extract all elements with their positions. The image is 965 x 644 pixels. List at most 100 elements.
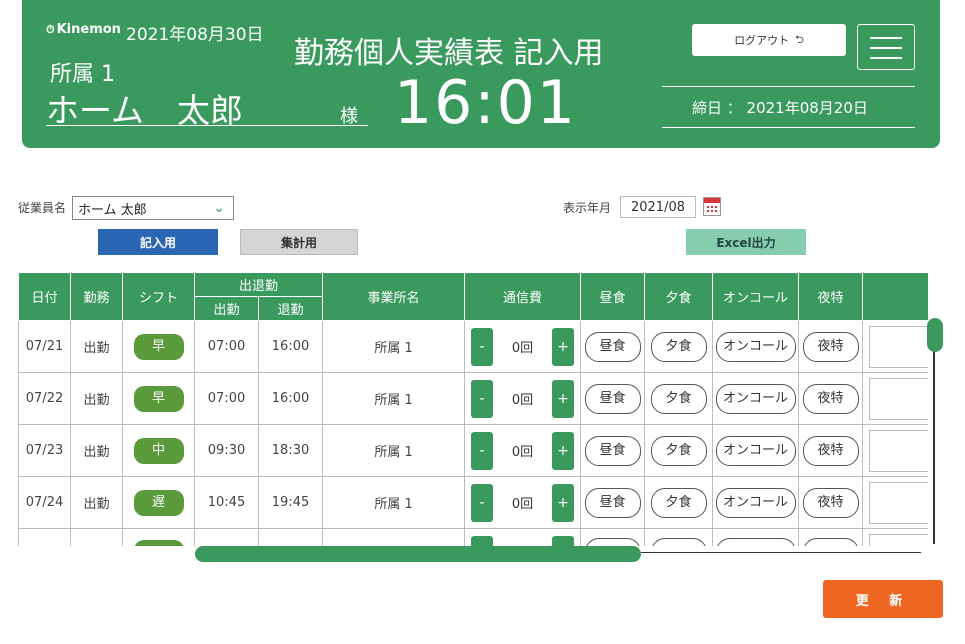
logo-text: Kinemon bbox=[56, 22, 121, 37]
fee-stepper: - 0回 + bbox=[465, 379, 580, 418]
decrement-button[interactable]: - bbox=[471, 327, 494, 366]
cell-office: 所属 1 bbox=[322, 424, 466, 477]
dinner-toggle[interactable] bbox=[650, 537, 707, 546]
fee-stepper: - 0回 + bbox=[465, 327, 580, 366]
memo-input[interactable] bbox=[869, 325, 928, 368]
cell-shift bbox=[122, 528, 195, 546]
user-name: ホーム 太郎 bbox=[46, 84, 368, 130]
shift-badge[interactable]: 早 bbox=[133, 333, 184, 360]
shift-badge[interactable]: 中 bbox=[133, 437, 184, 464]
shift-badge[interactable] bbox=[133, 539, 184, 546]
vertical-scrollbar[interactable] bbox=[927, 318, 943, 352]
cell-date: 07/21 bbox=[18, 320, 71, 373]
memo-input[interactable] bbox=[869, 533, 928, 546]
memo-input[interactable] bbox=[869, 429, 928, 472]
dinner-toggle[interactable]: 夕食 bbox=[650, 435, 707, 466]
employee-select[interactable]: ホーム 太郎 ⌄ bbox=[72, 196, 234, 220]
fee-stepper: - 0回 + bbox=[465, 483, 580, 522]
decrement-button[interactable]: - bbox=[471, 483, 494, 522]
night-toggle[interactable]: 夜特 bbox=[802, 487, 859, 518]
cell-memo bbox=[862, 320, 928, 373]
cell-out: 19:45 bbox=[257, 476, 324, 529]
night-toggle[interactable]: 夜特 bbox=[802, 383, 859, 414]
horizontal-scrollbar[interactable] bbox=[195, 546, 641, 562]
memo-input[interactable] bbox=[869, 481, 928, 524]
logout-button[interactable]: ログアウト ⮌ bbox=[692, 24, 846, 56]
shift-badge[interactable]: 早 bbox=[133, 385, 184, 412]
app-header: ⏱ Kinemon 2021年08月30日 所属 1 ホーム 太郎 様 勤務個人実… bbox=[22, 0, 940, 148]
cell-night: 夜特 bbox=[798, 372, 864, 425]
decrement-button[interactable]: - bbox=[471, 379, 494, 418]
cell-lunch: 昼食 bbox=[580, 424, 646, 477]
cell-fee: - 0回 + bbox=[464, 320, 582, 373]
cell-office bbox=[322, 528, 466, 546]
closing-date: 締日 ： 2021年08月20日 bbox=[662, 86, 915, 128]
col-shift: シフト bbox=[122, 272, 195, 321]
cell-dinner: 夕食 bbox=[644, 372, 714, 425]
update-button[interactable]: 更 新 bbox=[823, 580, 943, 618]
hamburger-menu-button[interactable] bbox=[857, 24, 915, 70]
current-date: 2021年08月30日 bbox=[126, 25, 264, 45]
cell-shift: 中 bbox=[122, 424, 195, 477]
cell-work: 出勤 bbox=[70, 372, 123, 425]
table-row: 07/21 出勤早 07:00 16:00 所属 1- 0回 + 昼食 夕食 オンコール 夜特 bbox=[18, 320, 928, 373]
cell-shift: 遅 bbox=[122, 476, 195, 529]
increment-button[interactable]: + bbox=[552, 431, 575, 470]
oncall-toggle[interactable]: オンコール bbox=[715, 383, 796, 414]
increment-button[interactable]: + bbox=[552, 327, 575, 366]
oncall-toggle[interactable]: オンコール bbox=[715, 331, 796, 362]
dinner-toggle[interactable]: 夕食 bbox=[650, 331, 707, 362]
col-inout: 出退勤 bbox=[193, 272, 324, 297]
calendar-dot bbox=[707, 210, 709, 212]
decrement-button[interactable]: - bbox=[471, 431, 494, 470]
increment-button[interactable]: + bbox=[552, 379, 575, 418]
increment-button[interactable]: + bbox=[552, 535, 575, 546]
cell-night: 夜特 bbox=[798, 320, 864, 373]
fee-stepper: -+ bbox=[465, 535, 580, 546]
fee-count: 0回 bbox=[511, 393, 534, 408]
cell-lunch: 昼食 bbox=[580, 320, 646, 373]
month-input[interactable]: 2021/08 bbox=[620, 196, 696, 218]
night-toggle[interactable] bbox=[802, 537, 859, 546]
hamburger-line bbox=[870, 47, 902, 49]
clock-icon: ⏱ bbox=[46, 23, 55, 36]
night-toggle[interactable]: 夜特 bbox=[802, 435, 859, 466]
summary-mode-button[interactable]: 集計用 bbox=[240, 229, 358, 255]
col-fee: 通信費 bbox=[464, 272, 582, 321]
cell-office: 所属 1 bbox=[322, 476, 466, 529]
calendar-icon[interactable] bbox=[703, 197, 721, 216]
cell-office: 所属 1 bbox=[322, 320, 466, 373]
dinner-toggle[interactable]: 夕食 bbox=[650, 487, 707, 518]
cell-fee: - 0回 + bbox=[464, 372, 582, 425]
kinemon-logo: ⏱ Kinemon bbox=[46, 22, 121, 37]
table-row: 07/23 出勤中 09:30 18:30 所属 1- 0回 + 昼食 夕食 オンコール 夜特 bbox=[18, 424, 928, 477]
increment-button[interactable]: + bbox=[552, 483, 575, 522]
lunch-toggle[interactable]: 昼食 bbox=[584, 487, 641, 518]
col-office: 事業所名 bbox=[322, 272, 466, 321]
memo-input[interactable] bbox=[869, 377, 928, 420]
lunch-toggle[interactable]: 昼食 bbox=[584, 331, 641, 362]
chevron-down-icon: ⌄ bbox=[213, 200, 225, 216]
dinner-toggle[interactable]: 夕食 bbox=[650, 383, 707, 414]
cell-in: 07:00 bbox=[194, 372, 259, 425]
decrement-button[interactable]: - bbox=[471, 535, 494, 546]
oncall-toggle[interactable]: オンコール bbox=[715, 487, 796, 518]
oncall-toggle[interactable] bbox=[715, 537, 796, 546]
cell-oncall bbox=[712, 528, 800, 546]
excel-export-button[interactable]: Excel出力 bbox=[686, 229, 806, 255]
night-toggle[interactable]: 夜特 bbox=[802, 331, 859, 362]
cell-oncall: オンコール bbox=[712, 424, 800, 477]
lunch-toggle[interactable]: 昼食 bbox=[584, 435, 641, 466]
cell-memo bbox=[862, 424, 928, 477]
lunch-toggle[interactable] bbox=[584, 537, 641, 546]
shift-badge[interactable]: 遅 bbox=[133, 489, 184, 516]
cell-work bbox=[70, 528, 123, 546]
cell-shift: 早 bbox=[122, 372, 195, 425]
lunch-toggle[interactable]: 昼食 bbox=[584, 383, 641, 414]
oncall-toggle[interactable]: オンコール bbox=[715, 435, 796, 466]
cell-in bbox=[194, 528, 259, 546]
entry-mode-button[interactable]: 記入用 bbox=[98, 229, 218, 255]
cell-memo bbox=[862, 476, 928, 529]
attendance-table: 日付 勤務 シフト 出退勤 事業所名 通信費 昼食 夕食 オンコール 夜特 備 … bbox=[18, 272, 928, 546]
cell-dinner: 夕食 bbox=[644, 476, 714, 529]
